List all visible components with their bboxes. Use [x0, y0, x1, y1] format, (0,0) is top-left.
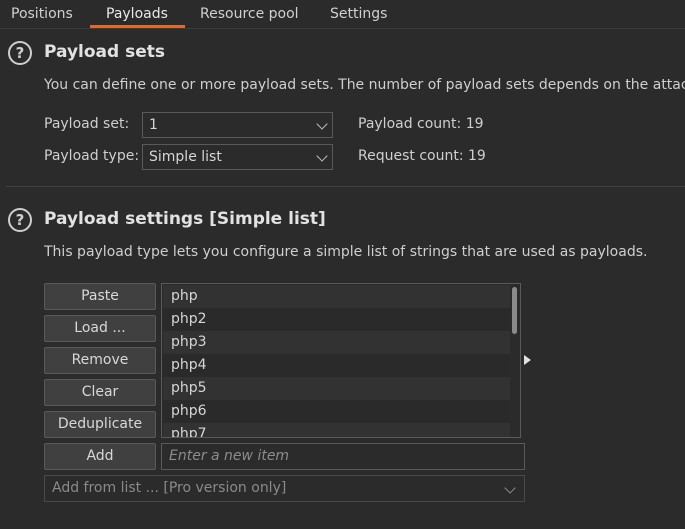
active-tab-indicator [90, 25, 185, 28]
list-item[interactable]: php2 [163, 308, 510, 331]
payload-type-value: Simple list [149, 149, 222, 165]
list-item[interactable]: php [163, 285, 510, 308]
list-item[interactable]: php5 [163, 377, 510, 400]
payload-set-select[interactable]: 1 [142, 112, 333, 138]
chevron-down-icon [316, 118, 328, 130]
tab-positions[interactable]: Positions [11, 0, 73, 28]
payload-settings-title: Payload settings [Simple list] [44, 209, 326, 229]
payload-settings-description: This payload type lets you configure a s… [44, 244, 648, 260]
tab-settings[interactable]: Settings [330, 0, 387, 28]
list-item[interactable]: php7 [163, 423, 510, 437]
deduplicate-button[interactable]: Deduplicate [44, 411, 156, 438]
list-scrollbar[interactable] [512, 287, 517, 334]
help-icon[interactable]: ? [8, 41, 32, 65]
list-item[interactable]: php4 [163, 354, 510, 377]
payload-sets-title: Payload sets [44, 42, 165, 62]
tab-payloads[interactable]: Payloads [106, 0, 168, 28]
chevron-down-icon [316, 150, 328, 162]
load-button[interactable]: Load ... [44, 315, 156, 342]
arrow-right-icon [524, 355, 531, 365]
payload-type-label: Payload type: [44, 148, 140, 164]
clear-button[interactable]: Clear [44, 379, 156, 406]
tab-resource-pool[interactable]: Resource pool [200, 0, 299, 28]
help-icon[interactable]: ? [8, 208, 32, 232]
payload-sets-description: You can define one or more payload sets.… [44, 77, 685, 93]
new-item-input[interactable]: Enter a new item [161, 443, 525, 470]
payload-count: Payload count: 19 [358, 116, 484, 132]
payload-set-value: 1 [149, 117, 158, 133]
payload-list[interactable]: php php2 php3 php4 php5 php6 php7 [161, 283, 521, 438]
chevron-down-icon [504, 482, 516, 494]
request-count: Request count: 19 [358, 148, 486, 164]
paste-button[interactable]: Paste [44, 283, 156, 310]
list-item[interactable]: php6 [163, 400, 510, 423]
payload-type-select[interactable]: Simple list [142, 144, 333, 170]
remove-button[interactable]: Remove [44, 347, 156, 374]
add-from-list-select: Add from list ... [Pro version only] [44, 475, 525, 502]
tab-bar: Positions Payloads Resource pool Setting… [0, 0, 685, 29]
payload-set-label: Payload set: [44, 116, 130, 132]
add-button[interactable]: Add [44, 443, 156, 470]
list-item[interactable]: php3 [163, 331, 510, 354]
add-from-list-label: Add from list ... [Pro version only] [52, 480, 287, 496]
section-divider [6, 186, 685, 187]
